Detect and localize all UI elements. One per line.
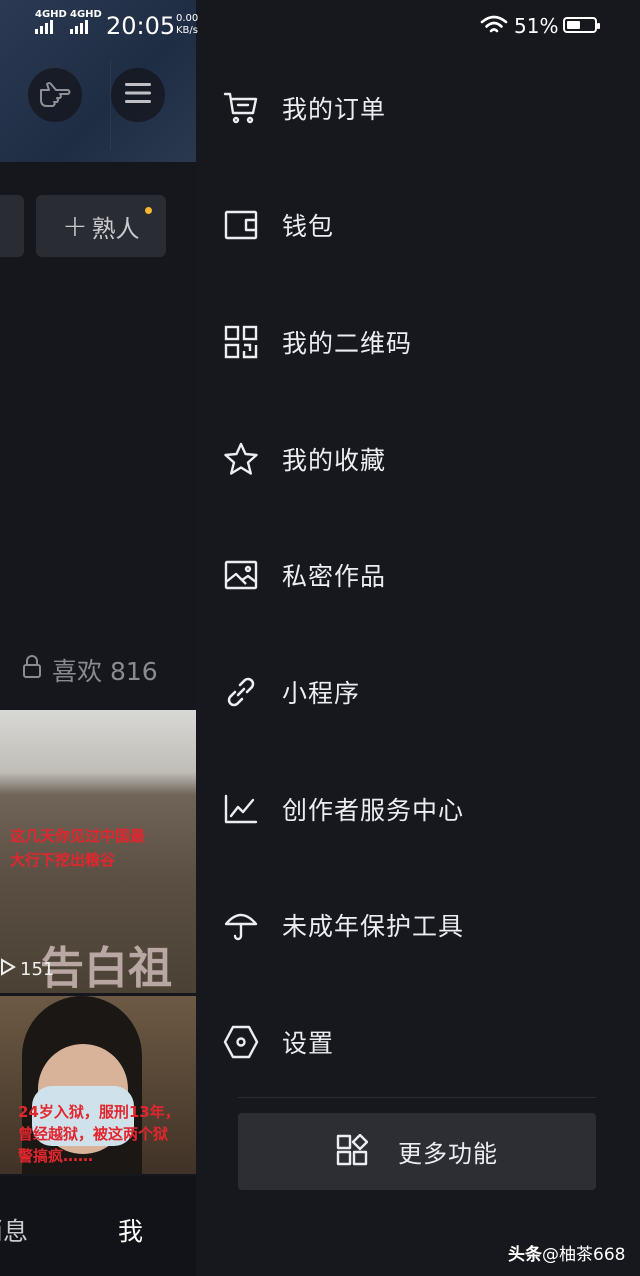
view-count-value: 151	[20, 959, 55, 980]
menu-item-label: 钱包	[282, 212, 335, 241]
battery-icon	[563, 17, 600, 33]
video-thumbnail[interactable]: 24岁入狱，服刑13年， 曾经越狱，被这两个狱 警搞疯……	[0, 996, 196, 1174]
more-features-label: 更多功能	[398, 1140, 498, 1168]
pointing-hand-icon	[38, 78, 72, 112]
menu-button[interactable]	[111, 68, 165, 122]
menu-item-creator-center[interactable]: 创作者服务中心	[196, 751, 640, 867]
menu-item-favorites[interactable]: 我的收藏	[196, 401, 640, 517]
qrcode-icon	[222, 323, 260, 361]
grid-apps-icon	[336, 1133, 369, 1170]
menu-item-settings[interactable]: 设置	[196, 984, 640, 1100]
menu-item-private-works[interactable]: 私密作品	[196, 517, 640, 633]
thumbnail-caption-line: 大行下挖出粮谷	[10, 851, 116, 869]
thumbnail-overlay-text: 告白祖国	[40, 943, 172, 993]
bottom-navigation: 消息 我	[0, 1176, 196, 1276]
signal-bars-icon	[70, 20, 88, 34]
umbrella-icon	[222, 906, 260, 944]
source-watermark: 头条@柚茶668	[508, 1240, 625, 1265]
network-speed: 0.00 KB/s	[176, 13, 198, 37]
menu-item-qrcode[interactable]: 我的二维码	[196, 284, 640, 400]
sim2-signal: 4GHD	[70, 10, 102, 34]
lock-icon	[22, 655, 42, 685]
thumbnail-caption-line: 警搞疯……	[18, 1147, 94, 1165]
thumbnail-caption-line: 24岁入狱，服刑13年，	[18, 1103, 180, 1121]
sim1-network-label: 4GHD	[35, 9, 67, 20]
menu-item-mini-programs[interactable]: 小程序	[196, 634, 640, 750]
menu-item-label: 私密作品	[282, 562, 387, 591]
menu-item-label: 未成年保护工具	[282, 912, 465, 941]
profile-page-background: + 熟人 喜欢 816 这几天你见过中国最 大行下挖出粮谷 告白祖国 151 2…	[0, 0, 196, 1276]
notification-dot	[145, 207, 152, 214]
play-icon	[0, 958, 16, 981]
link-icon	[222, 673, 260, 711]
add-friend-label: 熟人	[91, 214, 140, 243]
watermark-source: 头条	[508, 1245, 542, 1265]
view-count: 151	[0, 958, 54, 981]
battery-percent: 51%	[514, 14, 559, 38]
wifi-icon	[480, 14, 508, 40]
image-icon	[222, 556, 260, 594]
sim2-network-label: 4GHD	[70, 9, 102, 20]
gear-hexagon-icon	[222, 1023, 260, 1061]
plus-icon: +	[62, 208, 88, 244]
chart-icon	[222, 790, 260, 828]
status-bar: 4GHD 4GHD 20:05 0.00 KB/s 51%	[0, 0, 640, 52]
watermark-author: @柚茶668	[542, 1245, 626, 1265]
menu-item-label: 我的收藏	[282, 446, 387, 475]
signal-bars-icon	[35, 20, 53, 34]
menu-item-label: 我的订单	[282, 95, 387, 124]
wallet-icon	[222, 206, 260, 244]
menu-item-minor-protection[interactable]: 未成年保护工具	[196, 867, 640, 983]
menu-item-label: 小程序	[282, 679, 361, 708]
nav-me[interactable]: 我	[118, 1212, 143, 1248]
edit-profile-chip[interactable]	[0, 195, 24, 257]
menu-item-my-orders[interactable]: 我的订单	[196, 50, 640, 166]
add-friend-chip[interactable]: + 熟人	[36, 195, 166, 257]
menu-item-wallet[interactable]: 钱包	[196, 167, 640, 283]
sim1-signal: 4GHD	[35, 10, 67, 34]
star-icon	[222, 440, 260, 478]
video-thumbnail[interactable]: 这几天你见过中国最 大行下挖出粮谷 告白祖国 151	[0, 710, 196, 993]
thumbnail-caption-line: 曾经越狱，被这两个狱	[18, 1125, 169, 1143]
network-speed-unit: KB/s	[176, 25, 198, 36]
clock: 20:05	[106, 12, 176, 40]
hamburger-menu-icon	[125, 82, 151, 108]
likes-tab[interactable]: 喜欢 816	[22, 652, 158, 688]
cart-icon	[222, 89, 260, 127]
menu-item-label: 创作者服务中心	[282, 796, 465, 825]
likes-label: 喜欢 816	[52, 657, 158, 686]
friends-button[interactable]	[28, 68, 82, 122]
network-speed-value: 0.00	[176, 13, 199, 24]
menu-item-label: 我的二维码	[282, 329, 413, 358]
more-features-button[interactable]: 更多功能	[238, 1113, 596, 1190]
nav-messages[interactable]: 消息	[0, 1212, 28, 1248]
menu-divider	[238, 1097, 596, 1098]
menu-item-label: 设置	[282, 1029, 335, 1058]
thumbnail-caption-line: 这几天你见过中国最	[10, 827, 146, 845]
side-drawer-menu: 我的订单 钱包 我的二维码 我的收藏 私密作品 小程序 创作者服务中心 未成年保…	[196, 0, 640, 1276]
battery-level	[567, 21, 580, 29]
